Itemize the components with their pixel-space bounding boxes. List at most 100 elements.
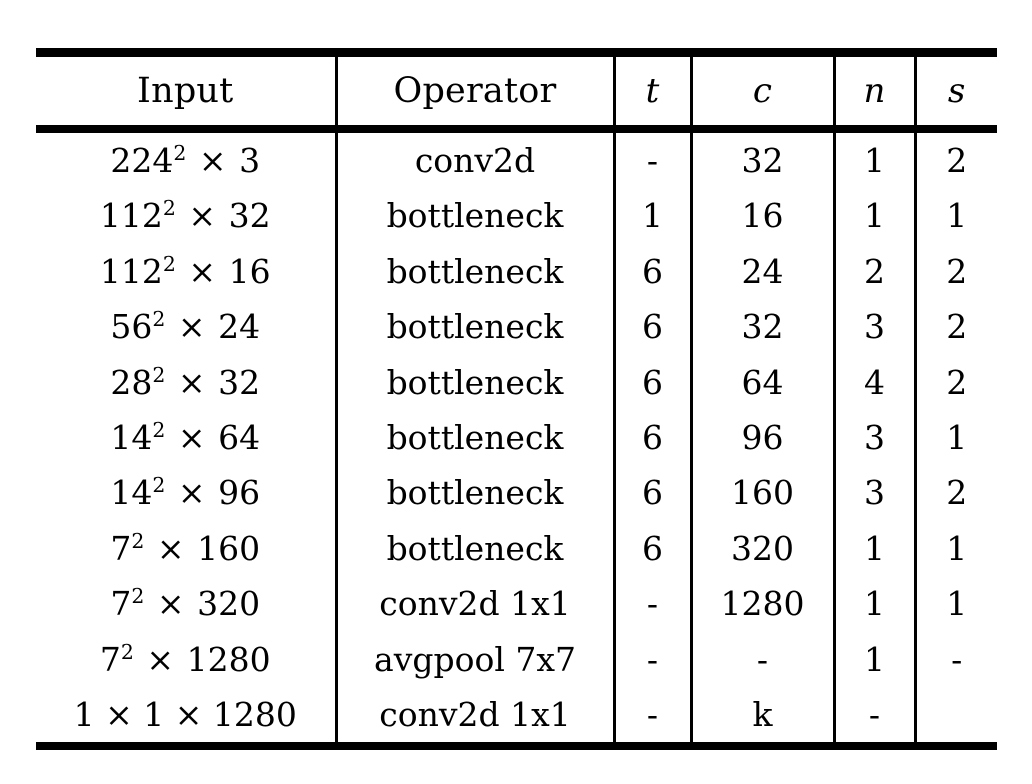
column-header-s: s <box>913 57 997 125</box>
cell-s-value: 2 <box>946 307 968 347</box>
cell-n: 3 <box>832 299 915 355</box>
exponent: 2 <box>152 473 166 498</box>
table-row: 1 × 1 × 1280 conv2d 1x1 - k - <box>36 687 997 743</box>
cell-c-value: 96 <box>741 418 784 458</box>
cell-n-value: 1 <box>864 141 885 180</box>
cell-input-value: 282 × 32 <box>110 362 261 402</box>
cell-input-value: 2242 × 3 <box>110 141 261 180</box>
cell-input: 72 × 320 <box>36 576 336 632</box>
table-row: 1122 × 16 bottleneck 6 24 2 2 <box>36 243 997 300</box>
cell-s-value: 2 <box>946 251 968 291</box>
table-row: 72 × 160 bottleneck 6 320 1 1 <box>36 520 997 577</box>
column-header-operator: Operator <box>334 57 614 125</box>
times-symbol: × <box>177 251 227 291</box>
table-bottom-rule <box>36 742 997 751</box>
table-row: 1122 × 32 bottleneck 1 16 1 1 <box>36 188 997 244</box>
exponent: 2 <box>120 639 134 664</box>
times-symbol: × <box>167 362 217 402</box>
cell-t: - <box>612 133 691 189</box>
cell-operator-value: bottleneck <box>386 196 564 236</box>
cell-c: 1280 <box>689 576 834 632</box>
table-header: Input Operator t c n s <box>36 57 997 133</box>
cell-operator: bottleneck <box>334 520 614 577</box>
table-row: 562 × 24 bottleneck 6 32 3 2 <box>36 299 997 355</box>
times-symbol: × <box>135 639 185 679</box>
cell-n: 3 <box>832 465 915 521</box>
cell-operator-value: bottleneck <box>386 251 564 291</box>
cell-t-value: - <box>646 695 659 735</box>
cell-t: - <box>612 631 691 688</box>
cell-input-value: 72 × 320 <box>110 584 261 624</box>
cell-s: 2 <box>913 243 997 300</box>
cell-s: 1 <box>913 576 997 632</box>
cell-n: 2 <box>832 243 915 300</box>
times-symbol: × <box>146 584 196 624</box>
times-symbol: × <box>167 307 217 347</box>
cell-c: k <box>689 687 834 743</box>
cell-n-value: 3 <box>864 418 885 458</box>
cell-t-value: 6 <box>642 251 663 291</box>
cell-n-value: 1 <box>864 528 885 568</box>
cell-t: 6 <box>612 299 691 355</box>
cell-input-value: 1122 × 16 <box>99 251 271 291</box>
cell-input-value: 1 × 1 × 1280 <box>73 695 297 735</box>
cell-input-value: 142 × 64 <box>110 418 261 458</box>
cell-operator: bottleneck <box>334 354 614 411</box>
cell-c-value: 64 <box>741 362 784 402</box>
cell-n: 1 <box>832 576 915 632</box>
table-mid-rule <box>36 125 997 133</box>
cell-s: - <box>913 631 997 688</box>
cell-input: 1122 × 32 <box>36 188 336 244</box>
cell-t-value: 6 <box>642 418 663 458</box>
cell-n-value: 1 <box>864 196 885 236</box>
cell-input: 72 × 1280 <box>36 631 336 688</box>
cell-operator-value: bottleneck <box>386 473 564 513</box>
exponent: 2 <box>152 418 166 443</box>
times-symbol: × <box>146 528 196 568</box>
cell-s-value: 1 <box>946 528 968 568</box>
table-row: 2242 × 3 conv2d - 32 1 2 <box>36 133 997 189</box>
exponent: 2 <box>152 362 166 387</box>
table-body: 2242 × 3 conv2d -32 1 2 1122 × 32 bottleneck 1 1… <box>36 133 997 743</box>
cell-s <box>913 687 997 743</box>
cell-input: 282 × 32 <box>36 354 336 411</box>
column-header-c: c <box>689 57 834 125</box>
cell-input: 1122 × 16 <box>36 243 336 300</box>
table-row: 142 × 64 bottleneck 6 96 3 1 <box>36 410 997 466</box>
cell-operator: bottleneck <box>334 299 614 355</box>
table-row: 282 × 32 bottleneck 6 64 4 2 <box>36 354 997 411</box>
exponent: 2 <box>173 141 187 165</box>
cell-n: 1 <box>832 520 915 577</box>
cell-c: 24 <box>689 243 834 300</box>
cell-c-value: 16 <box>741 196 784 236</box>
cell-t: 6 <box>612 243 691 300</box>
cell-c-value: 160 <box>731 473 794 513</box>
cell-t: 6 <box>612 410 691 466</box>
cell-s-value: 2 <box>946 473 968 513</box>
column-header-label: s <box>947 71 966 111</box>
cell-s-value: 2 <box>946 141 968 180</box>
cell-n: 1 <box>832 188 915 244</box>
cell-operator: conv2d 1x1 <box>334 687 614 743</box>
cell-s: 2 <box>913 299 997 355</box>
cell-operator-value: bottleneck <box>386 362 564 402</box>
column-header-label: n <box>863 71 886 111</box>
cell-c: 320 <box>689 520 834 577</box>
cell-t: - <box>612 576 691 632</box>
cell-input: 1 × 1 × 1280 <box>36 687 336 743</box>
cell-c-value: 320 <box>731 528 794 568</box>
cell-t-value: - <box>646 141 659 180</box>
cell-operator: bottleneck <box>334 243 614 300</box>
cell-s: 1 <box>913 410 997 466</box>
cell-n-value: - <box>868 695 881 735</box>
exponent: 2 <box>131 528 145 553</box>
cell-operator-value: conv2d <box>414 141 536 180</box>
exponent: 2 <box>152 307 166 332</box>
cell-c: - <box>689 631 834 688</box>
cell-t: 6 <box>612 520 691 577</box>
cell-n: - <box>832 687 915 743</box>
cell-input: 142 × 64 <box>36 410 336 466</box>
cell-s: 2 <box>913 133 997 189</box>
cell-c: 16 <box>689 188 834 244</box>
cell-n-value: 1 <box>864 584 885 624</box>
